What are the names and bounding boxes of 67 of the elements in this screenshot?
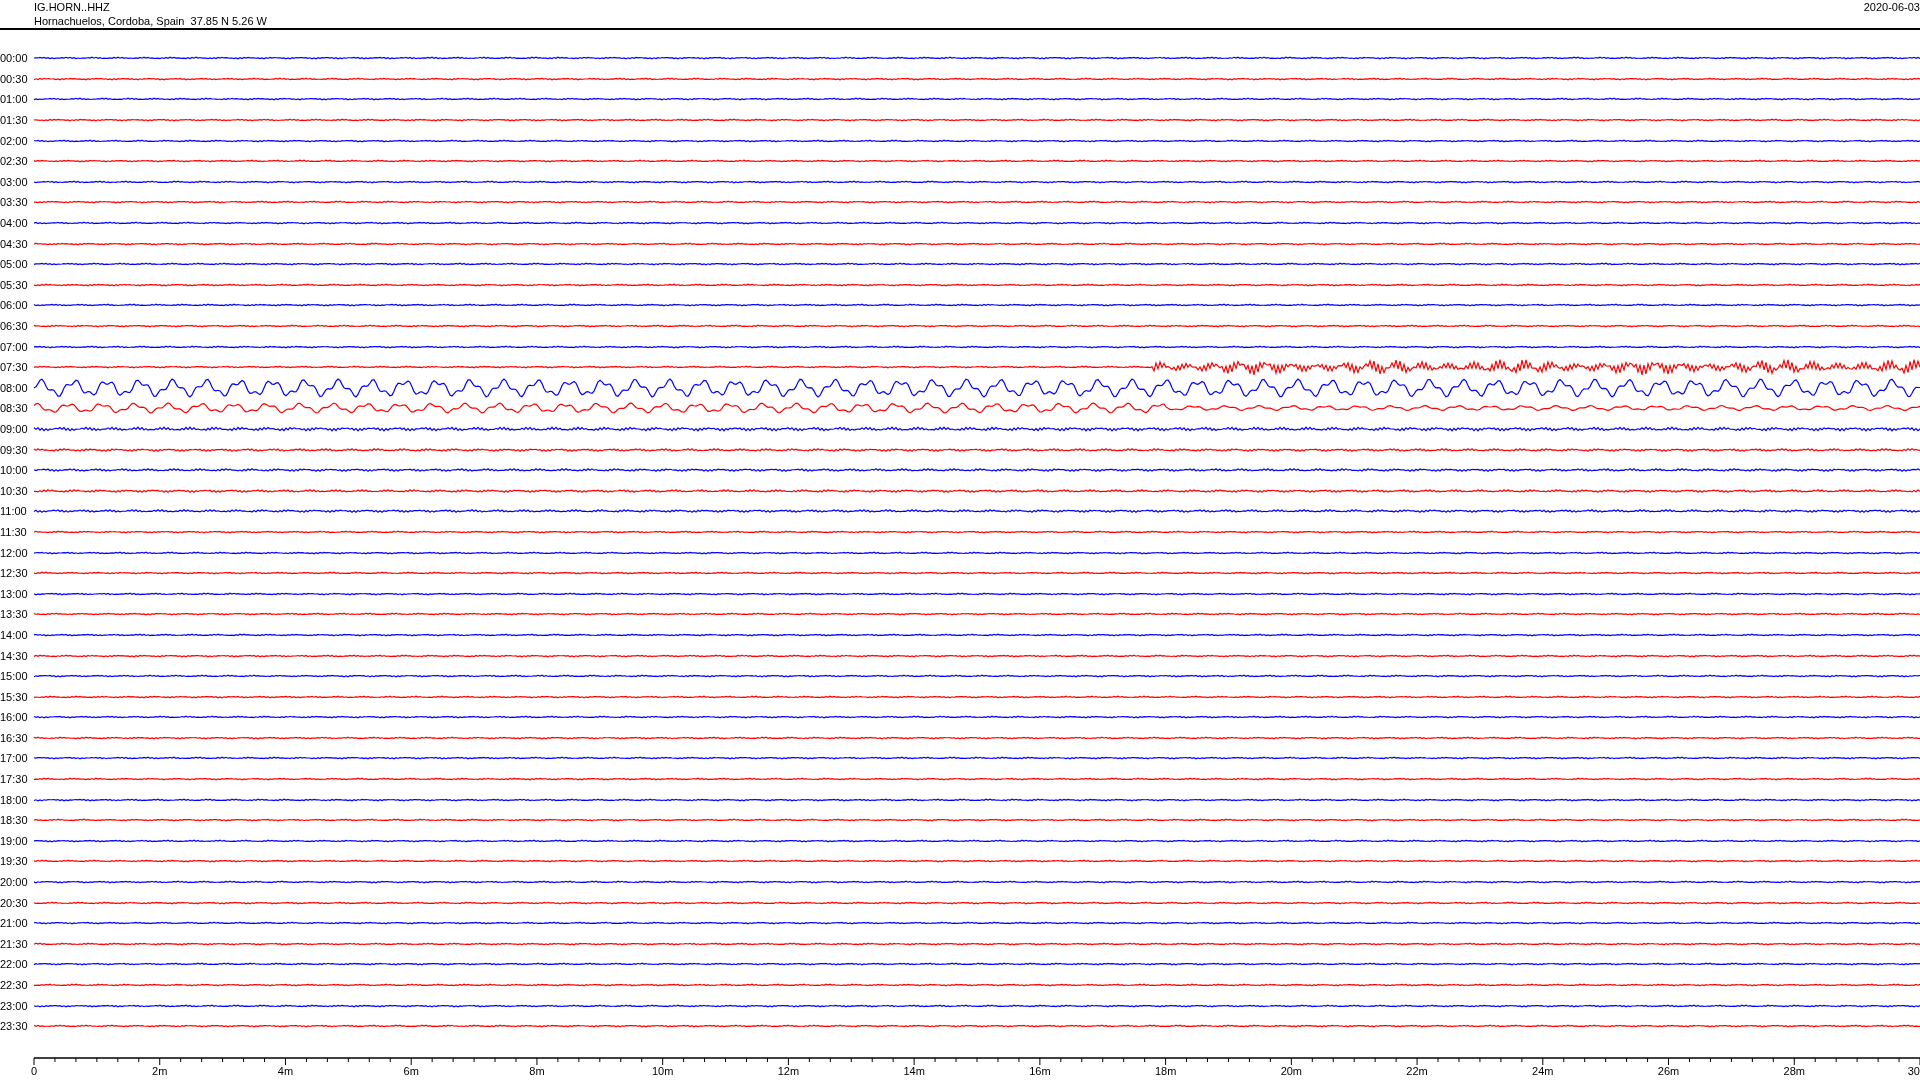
time-label: 01:00 bbox=[0, 93, 29, 106]
time-label: 13:00 bbox=[0, 587, 29, 600]
axis-tick-label: 28m bbox=[1783, 1064, 1805, 1078]
time-label: 21:30 bbox=[0, 937, 29, 950]
time-label: 12:30 bbox=[0, 567, 29, 580]
time-label: 16:00 bbox=[0, 711, 29, 724]
time-label: 18:30 bbox=[0, 814, 29, 827]
station-location: Hornachuelos, Cordoba, Spain 37.85 N 5.26 W bbox=[34, 14, 267, 28]
time-label: 19:00 bbox=[0, 834, 29, 847]
axis-tick-label: 18m bbox=[1154, 1064, 1177, 1078]
time-label: 12:00 bbox=[0, 546, 29, 559]
time-label: 11:30 bbox=[0, 525, 28, 538]
time-label: 19:30 bbox=[0, 855, 29, 868]
axis-tick-label: 20m bbox=[1280, 1064, 1303, 1078]
time-label: 22:00 bbox=[0, 958, 29, 971]
time-label: 16:30 bbox=[0, 731, 29, 744]
axis-tick-label: 4m bbox=[277, 1064, 294, 1078]
time-label: 10:30 bbox=[0, 484, 29, 497]
axis-tick-label: 30 bbox=[1907, 1064, 1920, 1078]
time-label: 09:30 bbox=[0, 443, 29, 456]
time-label: 11:00 bbox=[0, 505, 28, 518]
axis-tick-label: 8m bbox=[529, 1064, 545, 1078]
time-label: 10:00 bbox=[0, 464, 29, 477]
time-label: 00:00 bbox=[0, 52, 29, 65]
time-label: 15:30 bbox=[0, 690, 29, 703]
time-label: 07:30 bbox=[0, 361, 29, 374]
time-label: 09:00 bbox=[0, 423, 29, 435]
time-label: 03:00 bbox=[0, 175, 29, 188]
time-label: 01:30 bbox=[0, 114, 29, 127]
time-label: 21:00 bbox=[0, 917, 29, 930]
time-label: 23:00 bbox=[0, 999, 29, 1012]
axis-tick-label: 10m bbox=[651, 1064, 674, 1078]
time-label: 00:30 bbox=[0, 72, 29, 85]
station-code: IG.HORN..HHZ bbox=[34, 0, 111, 14]
time-label: 17:30 bbox=[0, 773, 29, 786]
time-label: 08:30 bbox=[0, 402, 29, 415]
axis-tick-label: 12m bbox=[777, 1064, 800, 1078]
time-label: 15:00 bbox=[0, 670, 29, 683]
axis-tick-label: 0 bbox=[31, 1064, 38, 1078]
time-label: 04:30 bbox=[0, 237, 29, 250]
time-label: 14:00 bbox=[0, 628, 29, 641]
time-label: 08:00 bbox=[0, 381, 29, 394]
axis-tick-label: 16m bbox=[1029, 1064, 1051, 1078]
time-label: 06:30 bbox=[0, 320, 29, 332]
time-label: 05:00 bbox=[0, 258, 29, 271]
time-label: 04:00 bbox=[0, 217, 29, 230]
time-label: 03:30 bbox=[0, 196, 29, 209]
time-label: 07:00 bbox=[0, 340, 29, 353]
axis-tick-label: 6m bbox=[403, 1064, 419, 1078]
axis-tick-label: 24m bbox=[1532, 1064, 1554, 1078]
time-label: 20:30 bbox=[0, 896, 29, 909]
time-label: 20:00 bbox=[0, 876, 29, 889]
plot-date: 2020-06-03 bbox=[1863, 0, 1920, 15]
time-label: 13:30 bbox=[0, 608, 29, 621]
time-label: 05:30 bbox=[0, 278, 29, 291]
axis-tick-label: 22m bbox=[1406, 1064, 1428, 1078]
time-label: 23:30 bbox=[0, 1020, 29, 1033]
time-label: 02:00 bbox=[0, 134, 29, 147]
time-label: 17:00 bbox=[0, 752, 29, 765]
time-label: 02:30 bbox=[0, 155, 29, 168]
time-label: 06:00 bbox=[0, 299, 29, 312]
axis-tick-label: 26m bbox=[1657, 1064, 1680, 1078]
axis-tick-label: 14m bbox=[903, 1064, 925, 1078]
time-label: 18:00 bbox=[0, 793, 29, 806]
time-label: 22:30 bbox=[0, 979, 29, 991]
axis-tick-label: 2m bbox=[152, 1064, 168, 1078]
time-label: 14:30 bbox=[0, 649, 29, 662]
